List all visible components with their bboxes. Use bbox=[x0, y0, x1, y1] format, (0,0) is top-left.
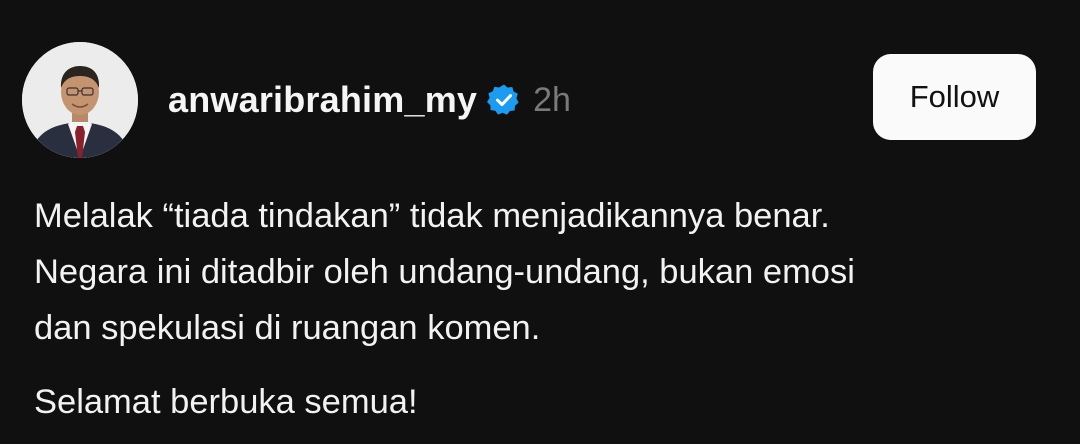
username-link[interactable]: anwaribrahim_my bbox=[168, 79, 477, 121]
post-paragraph: Selamat berbuka semua! bbox=[34, 374, 1054, 430]
post-paragraph: Melalak “tiada tindakan” tidak menjadika… bbox=[34, 188, 1054, 356]
post-timestamp: 2h bbox=[533, 80, 571, 119]
post-text-line: Negara ini ditadbir oleh undang-undang, … bbox=[34, 253, 855, 291]
post-text-line: Melalak “tiada tindakan” tidak menjadika… bbox=[34, 197, 830, 235]
avatar[interactable] bbox=[22, 42, 138, 158]
verified-badge-icon bbox=[487, 83, 521, 117]
post-card: anwaribrahim_my 2h Follow Melalak “tiada… bbox=[0, 0, 1080, 444]
avatar-image bbox=[22, 42, 138, 158]
follow-button[interactable]: Follow bbox=[873, 54, 1036, 140]
post-body: Melalak “tiada tindakan” tidak menjadika… bbox=[34, 188, 1054, 430]
post-header: anwaribrahim_my 2h bbox=[168, 76, 571, 124]
post-text-line: dan spekulasi di ruangan komen. bbox=[34, 309, 541, 347]
post-text-line: Selamat berbuka semua! bbox=[34, 383, 418, 421]
